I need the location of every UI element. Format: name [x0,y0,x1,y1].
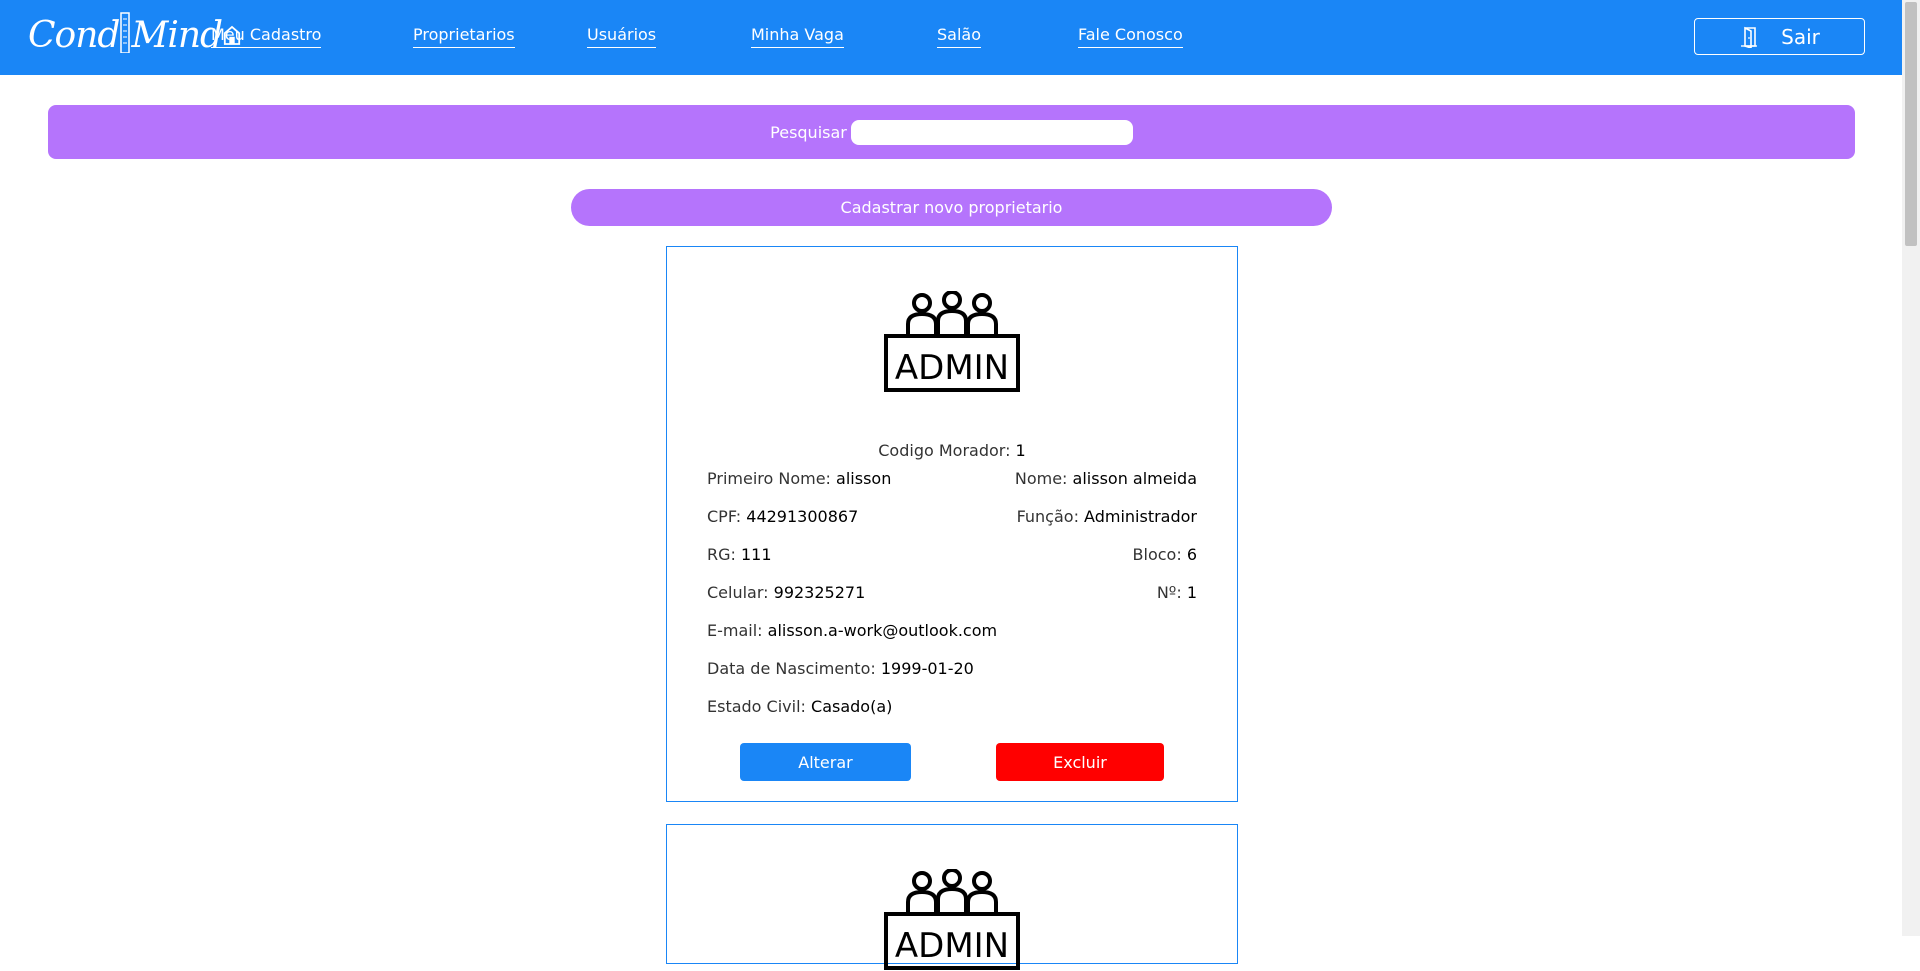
field-primeiro-nome: Primeiro Nome: alisson [707,469,892,488]
logout-label: Sair [1781,24,1820,49]
search-label: Pesquisar [770,122,847,142]
field-bloco: Bloco: 6 [1132,545,1197,564]
nav-salao[interactable]: Salão [937,25,981,48]
new-owner-button[interactable]: Cadastrar novo proprietario [571,189,1332,226]
admin-icon-text: ADMIN [895,348,1009,388]
field-estado-civil: Estado Civil: Casado(a) [707,697,893,716]
admin-group-icon: ADMIN [884,869,1020,970]
admin-icon-text: ADMIN [895,926,1009,966]
field-celular: Celular: 992325271 [707,583,866,602]
field-rg: RG: 111 [707,545,772,564]
field-funcao: Função: Administrador [1016,507,1197,526]
nav-proprietarios[interactable]: Proprietarios [413,25,515,48]
condmind-logo[interactable]: Cond Mind [28,10,241,60]
nav-usuarios[interactable]: Usuários [587,25,657,48]
search-input[interactable] [850,119,1133,145]
field-nascimento: Data de Nascimento: 1999-01-20 [707,659,974,678]
field-nome: Nome: alisson almeida [1014,469,1197,488]
nav-meu-cadastro[interactable]: Meu Cadastro [211,25,322,48]
field-cpf: CPF: 44291300867 [707,507,859,526]
scrollbar-thumb[interactable] [1905,2,1917,246]
logout-button[interactable]: Sair [1694,18,1865,55]
top-navbar: Cond Mind Meu Cadastro Proprietarios Usu… [0,0,1902,75]
admin-group-icon: ADMIN [884,291,1020,392]
excluir-button[interactable]: Excluir [996,743,1164,781]
search-bar: Pesquisar [48,105,1855,159]
owner-card: ADMIN [666,824,1238,970]
building-icon [120,12,131,53]
field-numero: Nº: 1 [1156,583,1197,602]
alterar-button[interactable]: Alterar [740,743,911,781]
nav-minha-vaga[interactable]: Minha Vaga [751,25,844,48]
page-scrollbar[interactable] [1902,0,1920,936]
field-email: E-mail: alisson.a-work@outlook.com [707,621,998,640]
nav-fale-conosco[interactable]: Fale Conosco [1078,25,1183,48]
door-exit-icon [1741,26,1758,48]
owner-card: ADMIN Codigo Morador: 1 Primeiro Nome: a… [666,246,1238,802]
field-codigo: Codigo Morador: 1 [878,441,1026,460]
